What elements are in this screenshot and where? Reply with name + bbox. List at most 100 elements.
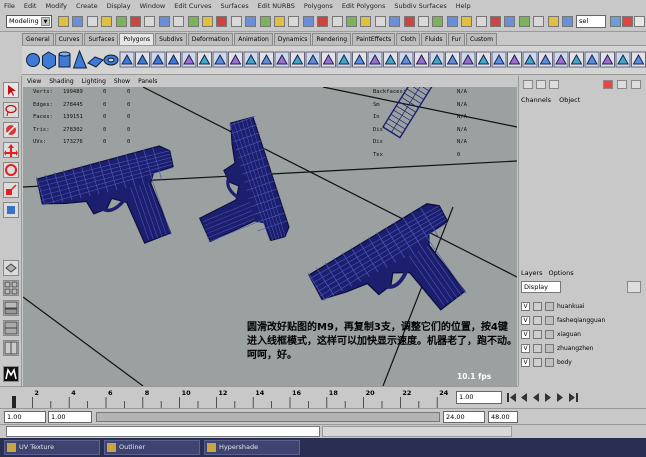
play-backward-icon[interactable] — [533, 393, 539, 402]
poly-uv-plane-icon[interactable] — [491, 51, 507, 68]
poly-extract-icon[interactable] — [212, 51, 228, 68]
layer-template-toggle[interactable] — [533, 343, 542, 353]
poly-subdiv-icon[interactable] — [460, 51, 476, 68]
shelf-tab-rendering[interactable]: Rendering — [312, 33, 352, 45]
poly-split-icon[interactable] — [352, 51, 367, 68]
status-tool-icon[interactable] — [331, 16, 343, 27]
playback-start-field[interactable]: 1.00 — [48, 411, 92, 423]
poly-cube-icon[interactable] — [42, 51, 56, 70]
menu-polygons[interactable]: Polygons — [304, 2, 333, 10]
layer-visibility-toggle[interactable]: V — [521, 301, 530, 311]
shelf-tab-fur[interactable]: Fur — [447, 33, 465, 45]
shelf-tab-surfaces[interactable]: Surfaces — [84, 33, 119, 45]
menu-display[interactable]: Display — [107, 2, 131, 10]
poly-torus-icon[interactable] — [103, 54, 119, 66]
poly-soften-icon[interactable] — [615, 51, 631, 68]
shelf-tab-polygons[interactable]: Polygons — [119, 33, 155, 45]
rotate-tool-icon[interactable] — [3, 162, 19, 178]
status-tool-icon[interactable] — [547, 16, 559, 27]
layer-display-dropdown[interactable]: Display — [521, 281, 561, 293]
pistol-left-model[interactable] — [36, 144, 188, 262]
menu-edit-curves[interactable]: Edit Curves — [174, 2, 211, 10]
poly-collapse-icon[interactable] — [445, 51, 460, 68]
status-tool-icon[interactable] — [490, 16, 501, 27]
status-tool-icon[interactable] — [446, 16, 458, 27]
shelf-tab-fluids[interactable]: Fluids — [421, 33, 447, 45]
shelf-tab-subdivs[interactable]: Subdivs — [155, 33, 187, 45]
layer-row[interactable]: Vzhuangzhen — [521, 342, 643, 354]
viewport-menu-shading[interactable]: Shading — [49, 78, 73, 85]
poly-prism-icon[interactable] — [119, 51, 135, 68]
current-frame-marker[interactable] — [12, 396, 16, 408]
status-tool-icon[interactable] — [230, 16, 242, 27]
taskbar-item-uv-texture[interactable]: UV Texture — [4, 440, 100, 455]
layer-menu-options[interactable]: Options — [549, 269, 574, 277]
layer-color-swatch[interactable] — [545, 329, 554, 339]
poly-smooth-icon[interactable] — [228, 51, 243, 68]
viewport-menu-show[interactable]: Show — [114, 78, 130, 85]
layer-visibility-toggle[interactable]: V — [521, 329, 530, 339]
menu-modify[interactable]: Modify — [45, 2, 67, 10]
poly-cone-icon[interactable] — [72, 49, 88, 69]
status-tool-icon[interactable] — [374, 16, 386, 27]
render-icon[interactable] — [610, 16, 621, 27]
layer-color-swatch[interactable] — [545, 357, 554, 367]
poly-wedge-icon[interactable] — [367, 51, 383, 68]
scale-tool-icon[interactable] — [3, 182, 19, 198]
poly-uv-auto-icon[interactable] — [538, 51, 553, 68]
menu-create[interactable]: Create — [76, 2, 98, 10]
taskbar-item-hypershade[interactable]: Hypershade — [204, 440, 300, 455]
menu-edit[interactable]: Edit — [24, 2, 37, 10]
layer-visibility-toggle[interactable]: V — [521, 357, 530, 367]
palette-icon[interactable] — [617, 80, 627, 89]
manipulator-tool-icon[interactable] — [3, 202, 19, 218]
viewport-menu-lighting[interactable]: Lighting — [82, 78, 106, 85]
menu-edit-polygons[interactable]: Edit Polygons — [342, 2, 386, 10]
status-tool-icon[interactable] — [475, 16, 487, 27]
poly-mirror-icon[interactable] — [259, 51, 274, 68]
status-tool-icon[interactable] — [173, 16, 185, 27]
menu-file[interactable]: File — [4, 2, 15, 10]
status-tool-icon[interactable] — [346, 16, 357, 27]
status-tool-icon[interactable] — [187, 16, 199, 27]
current-time-field[interactable]: 1.00 — [456, 391, 502, 404]
poly-quadrangulate-icon[interactable] — [584, 51, 600, 68]
select-tool-icon[interactable] — [3, 82, 19, 98]
poly-harden-icon[interactable] — [631, 51, 646, 68]
status-tool-icon[interactable] — [274, 16, 285, 27]
poly-reverse-icon[interactable] — [600, 51, 615, 68]
layer-editor-icon[interactable] — [536, 80, 546, 89]
poly-append-icon[interactable] — [336, 51, 352, 68]
status-tool-icon[interactable] — [202, 16, 213, 27]
channel-box-area[interactable] — [519, 106, 646, 266]
poly-bridge-icon[interactable] — [321, 51, 336, 68]
status-tool-icon[interactable] — [504, 16, 516, 27]
menu-help[interactable]: Help — [456, 2, 471, 10]
poly-triangulate-icon[interactable] — [569, 51, 584, 68]
layer-visibility-toggle[interactable]: V — [521, 315, 530, 325]
status-tool-icon[interactable] — [403, 16, 415, 27]
status-tool-icon[interactable] — [562, 16, 573, 27]
poly-chip-icon[interactable] — [398, 51, 414, 68]
shelf-tab-animation[interactable]: Animation — [234, 33, 273, 45]
persp-graph-icon[interactable] — [3, 320, 19, 336]
time-slider[interactable]: 2 4 6 8 10 12 14 16 18 20 22 24 — [0, 386, 518, 408]
poly-plane-icon[interactable] — [87, 56, 104, 68]
status-tool-icon[interactable] — [130, 16, 141, 27]
mel-command-input[interactable] — [6, 426, 320, 437]
poly-uv-cyl-icon[interactable] — [507, 51, 522, 68]
go-to-end-icon[interactable] — [569, 393, 578, 402]
menu-surfaces[interactable]: Surfaces — [220, 2, 248, 10]
layer-template-toggle[interactable] — [533, 301, 542, 311]
animation-end-field[interactable]: 48.00 — [488, 411, 518, 423]
status-tool-icon[interactable] — [518, 16, 530, 27]
taskbar-item-outliner[interactable]: Outliner — [104, 440, 200, 455]
go-to-start-icon[interactable] — [507, 393, 516, 402]
animation-start-field[interactable]: 1.00 — [4, 411, 46, 423]
play-forward-icon[interactable] — [545, 393, 551, 402]
poly-extrude-edge-icon[interactable] — [305, 51, 321, 68]
poly-uv-editor-icon[interactable] — [553, 51, 569, 68]
step-forward-icon[interactable] — [557, 393, 563, 402]
new-layer-icon[interactable] — [627, 281, 641, 293]
layer-color-swatch[interactable] — [545, 343, 554, 353]
